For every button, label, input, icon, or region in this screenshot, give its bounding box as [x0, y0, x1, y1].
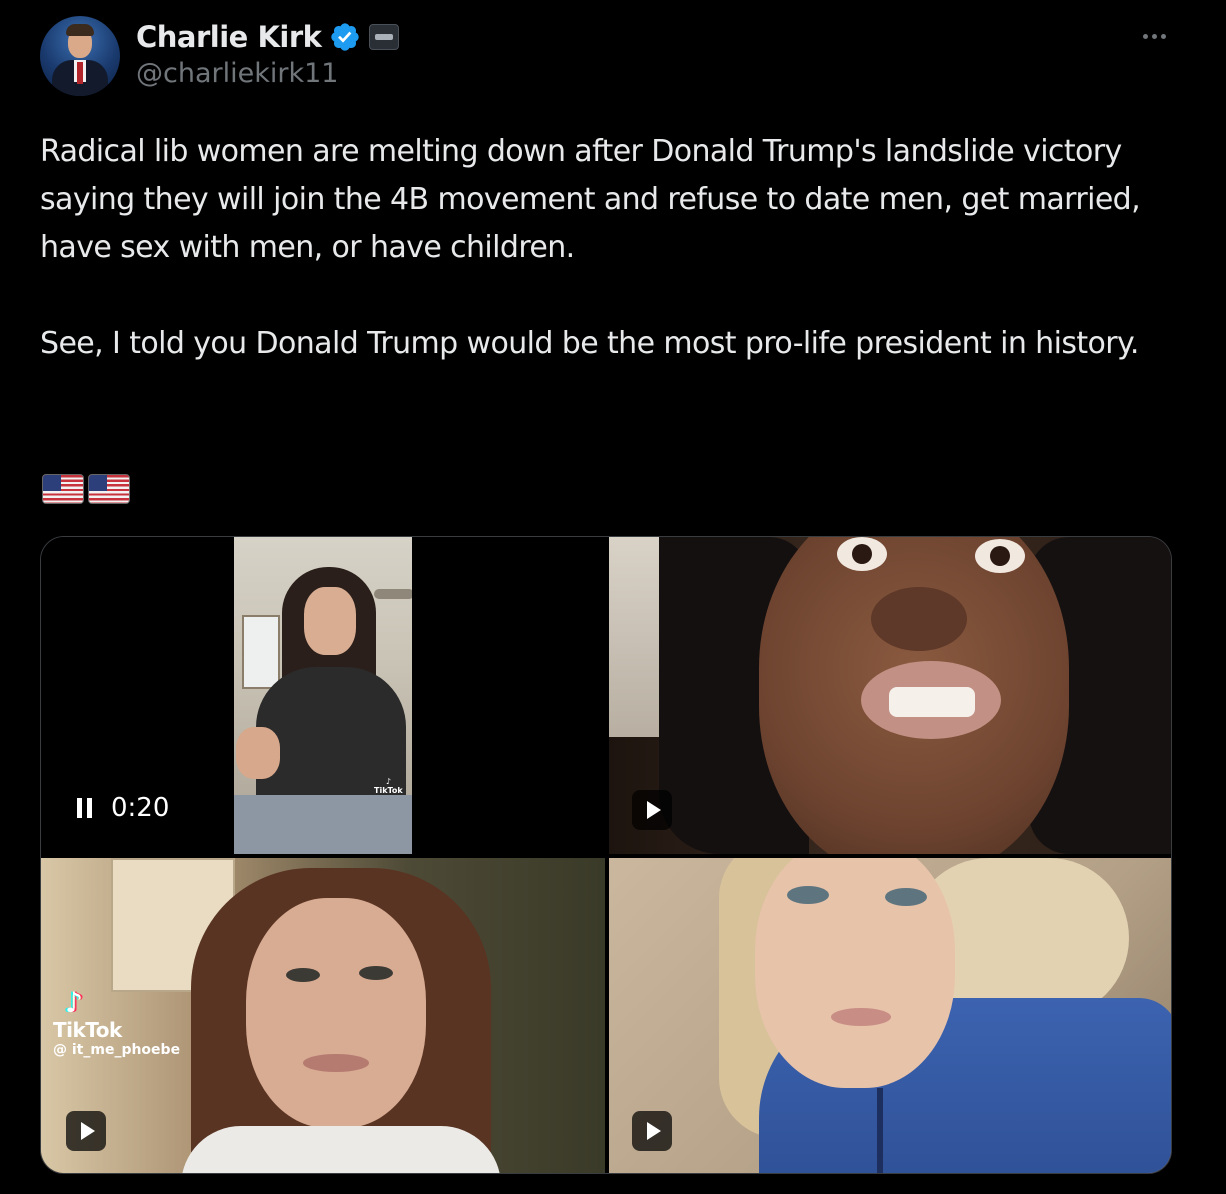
pause-icon[interactable] [77, 798, 93, 818]
verified-badge-icon[interactable] [329, 21, 361, 53]
play-icon [647, 1122, 661, 1140]
video-tile[interactable] [609, 858, 1171, 1173]
us-flag-icon [42, 474, 84, 504]
hoodie-zipper [877, 1088, 883, 1173]
video-tile[interactable]: ♪ TikTok @ it_me_phoebe [41, 858, 605, 1173]
video-tile[interactable]: ♪ TikTok 0:20 [41, 537, 605, 854]
emoji-row [42, 474, 130, 504]
tiktok-watermark: ♪ TikTok [374, 777, 403, 795]
tweet-text: Radical lib women are melting down after… [40, 128, 1180, 368]
organization-badge-icon[interactable] [369, 24, 400, 50]
ellipsis-icon[interactable] [1134, 22, 1174, 50]
person-nose [871, 587, 967, 651]
person-eye [837, 537, 887, 571]
avatar-tie [77, 62, 83, 84]
play-button[interactable] [632, 790, 672, 830]
tiktok-username: @ it_me_phoebe [53, 1042, 181, 1058]
person-hand [236, 727, 280, 779]
person-mouth [303, 1054, 369, 1072]
person-eye [787, 886, 829, 904]
video-frame: ♪ TikTok [234, 537, 412, 854]
person-robe [181, 1126, 501, 1173]
video-tile[interactable] [609, 537, 1171, 854]
video-timestamp: 0:20 [111, 793, 170, 823]
play-button[interactable] [66, 1111, 106, 1151]
author-display-name[interactable]: Charlie Kirk [136, 20, 322, 54]
person-mouth [831, 1008, 891, 1026]
person-face [304, 587, 356, 655]
play-icon [81, 1122, 95, 1140]
tiktok-icon: ♪ [65, 986, 83, 1019]
tiktok-brand: TikTok [53, 1018, 122, 1042]
person-eye [359, 966, 393, 980]
ceiling-fan [374, 589, 412, 599]
tweet-paragraph: Radical lib women are melting down after… [40, 134, 1141, 265]
us-flag-icon [88, 474, 130, 504]
person-eye [975, 539, 1025, 573]
tiktok-watermark: ♪ TikTok @ it_me_phoebe [53, 986, 181, 1059]
person-teeth [889, 687, 975, 717]
avatar[interactable] [40, 16, 120, 96]
background-window [242, 615, 280, 689]
person-eye [286, 968, 320, 982]
blanket [234, 795, 412, 854]
avatar-hair [66, 24, 94, 36]
play-button[interactable] [632, 1111, 672, 1151]
play-icon [647, 801, 661, 819]
author-handle[interactable]: @charliekirk11 [136, 58, 338, 89]
media-grid: ♪ TikTok 0:20 ♪ TikTok @ it_me_phoebe [40, 536, 1172, 1174]
tweet: Charlie Kirk @charliekirk11 Radical lib … [0, 0, 1226, 1194]
author-name-row: Charlie Kirk [136, 18, 400, 56]
person-face [246, 898, 426, 1128]
person-eye [885, 888, 927, 906]
video-controls: 0:20 [77, 793, 169, 823]
tweet-paragraph: See, I told you Donald Trump would be th… [40, 326, 1139, 361]
